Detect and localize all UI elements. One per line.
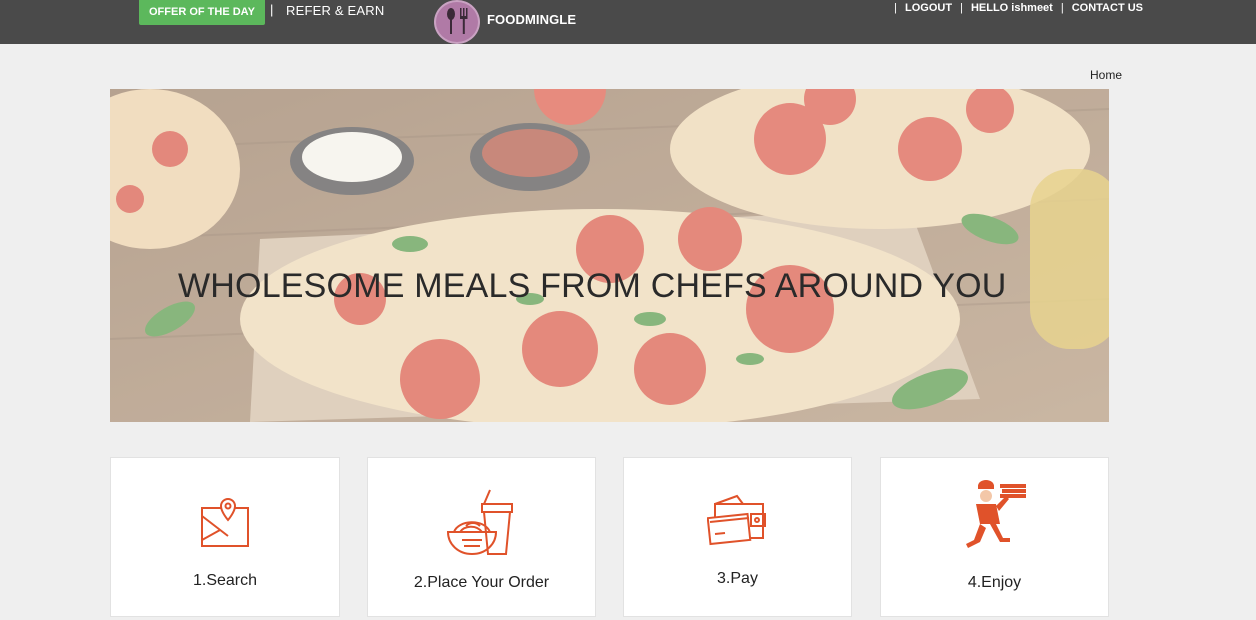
step-label: 4.Enjoy [967,574,1022,591]
top-navbar: OFFER OF THE DAY | REFER & EARN FOODMING… [0,0,1256,44]
hero-overlay [110,89,1109,422]
user-greeting[interactable]: HELLO ishmeet [971,2,1053,14]
brand-logo[interactable] [434,0,480,44]
hero-title: WHOLESOME MEALS FROM CHEFS AROUND YOU [178,267,1007,305]
step-label: 1.Search [192,572,258,589]
step-card-search[interactable]: 1.Search [110,457,340,617]
map-pin-icon [198,496,252,555]
delivery-person-icon [960,480,1030,559]
step-label: 2.Place Your Order [413,574,550,591]
spoon-fork-icon [447,8,468,34]
food-drink-icon [444,486,520,565]
hero-banner: WHOLESOME MEALS FROM CHEFS AROUND YOU [110,89,1109,422]
step-card-pay[interactable]: 3.Pay [623,457,852,617]
contact-us-link[interactable]: CONTACT US [1072,2,1143,14]
account-nav: | LOGOUT | HELLO ishmeet | CONTACT US [886,2,1143,14]
nav-separator: | [270,2,274,17]
brand-name[interactable]: FOODMINGLE [487,12,576,27]
breadcrumb-home[interactable]: Home [1090,68,1122,82]
refer-earn-link[interactable]: REFER & EARN [286,3,384,18]
nav-separator: | [894,2,898,14]
step-card-enjoy[interactable]: 4.Enjoy [880,457,1109,617]
nav-separator: | [1060,2,1064,14]
nav-separator: | [960,2,963,14]
step-card-order[interactable]: 2.Place Your Order [367,457,596,617]
logout-link[interactable]: LOGOUT [905,2,952,14]
offer-of-the-day-button[interactable]: OFFER OF THE DAY [139,0,265,25]
step-label: 3.Pay [717,570,758,587]
wallet-card-icon [706,490,769,551]
